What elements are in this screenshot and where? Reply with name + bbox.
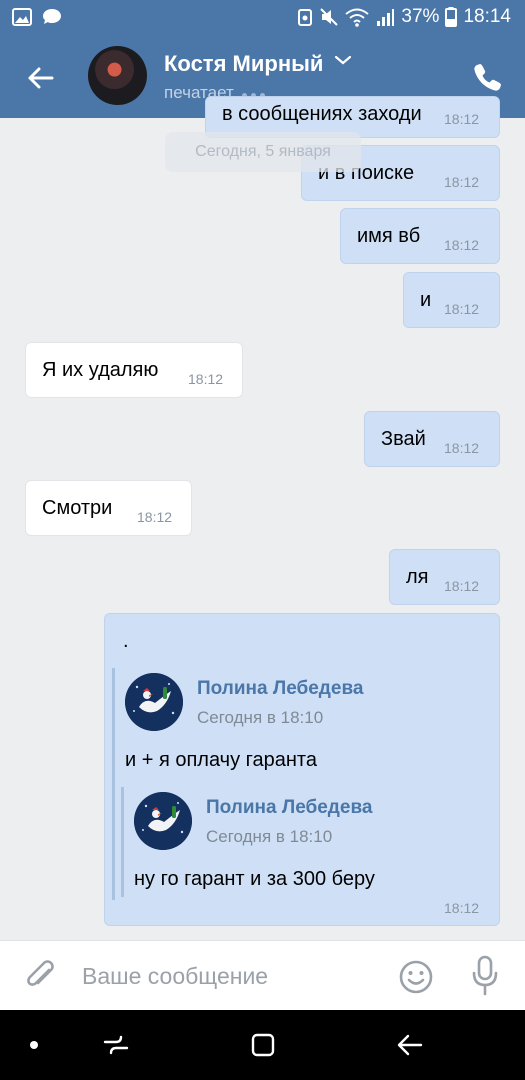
chevron-down-icon[interactable] [334, 54, 352, 66]
back-button[interactable] [20, 58, 60, 98]
message-bubble-outgoing[interactable]: ля 18:12 [389, 549, 500, 605]
signal-icon [377, 9, 395, 26]
message-text: Смотри [42, 497, 113, 519]
forward-quote-line [112, 668, 115, 900]
home-icon [251, 1033, 275, 1057]
gallery-notification-icon [12, 8, 32, 26]
forward-author-name[interactable]: Полина Лебедева [197, 678, 363, 700]
chat-notification-icon [43, 9, 61, 24]
message-time: 18:12 [137, 509, 173, 525]
back-arrow-icon [397, 1034, 423, 1056]
forward-date: Сегодня в 18:10 [206, 827, 333, 846]
back-nav-button[interactable] [392, 1030, 428, 1060]
system-nav-bar [0, 1010, 525, 1080]
forward-quote-line-nested [121, 787, 124, 897]
message-time: 18:12 [444, 900, 480, 916]
message-bubble-incoming[interactable]: Я их удаляю 18:12 [25, 342, 243, 398]
microphone-icon[interactable] [470, 955, 500, 997]
message-text: Я их удаляю [42, 359, 159, 381]
message-text: Звай [381, 428, 426, 450]
alarm-icon [298, 9, 313, 26]
bird-avatar-icon [125, 673, 183, 731]
bird-avatar-icon [134, 792, 192, 850]
forward-author-avatar[interactable] [134, 792, 192, 850]
forward-text: ну го гарант и за 300 беру [134, 868, 375, 890]
message-bubble-incoming[interactable]: Смотри 18:12 [25, 480, 192, 536]
message-composer [0, 940, 525, 1010]
battery-percent: 37% [401, 6, 440, 27]
message-text: имя вб [357, 225, 421, 247]
paperclip-icon[interactable] [22, 957, 60, 995]
contact-name[interactable]: Костя Мирный [164, 51, 323, 77]
contact-avatar[interactable] [88, 46, 147, 105]
message-input[interactable] [82, 955, 382, 997]
message-time: 18:12 [188, 371, 224, 387]
battery-icon [445, 7, 458, 27]
message-text: в сообщениях заходи [222, 103, 422, 125]
forward-author-avatar[interactable] [125, 673, 183, 731]
forwarded-message-bubble[interactable]: . Полина Лебедева Сегодня в 18:10 и + я … [104, 613, 500, 926]
message-bubble-outgoing[interactable]: Звай 18:12 [364, 411, 500, 467]
forward-author-name[interactable]: Полина Лебедева [206, 797, 372, 819]
message-bubble-outgoing[interactable]: имя вб 18:12 [340, 208, 500, 264]
dot-icon [30, 1041, 38, 1049]
forward-date: Сегодня в 18:10 [197, 708, 324, 727]
clock: 18:14 [463, 6, 511, 27]
message-time: 18:12 [444, 440, 480, 456]
home-button[interactable] [245, 1030, 281, 1060]
message-time: 18:12 [444, 578, 480, 594]
wifi-icon [345, 8, 370, 27]
message-text: . [123, 630, 129, 652]
message-text: и [420, 289, 432, 311]
recent-apps-button[interactable] [98, 1030, 134, 1060]
date-separator: Сегодня, 5 января [165, 132, 361, 172]
arrow-left-icon [28, 67, 54, 89]
message-time: 18:12 [444, 174, 480, 190]
message-time: 18:12 [444, 301, 480, 317]
message-time: 18:12 [444, 237, 480, 253]
nav-dot-button[interactable] [16, 1030, 52, 1060]
status-bar: 37% 18:14 [0, 0, 525, 36]
forward-text: и + я оплачу гаранта [125, 749, 317, 771]
recent-apps-icon [103, 1035, 129, 1055]
mute-icon [320, 8, 339, 26]
message-text: ля [406, 566, 429, 588]
phone-call-button[interactable] [471, 60, 505, 94]
message-bubble-outgoing[interactable]: и 18:12 [403, 272, 500, 328]
emoji-icon[interactable] [398, 959, 434, 995]
message-time: 18:12 [444, 111, 480, 127]
